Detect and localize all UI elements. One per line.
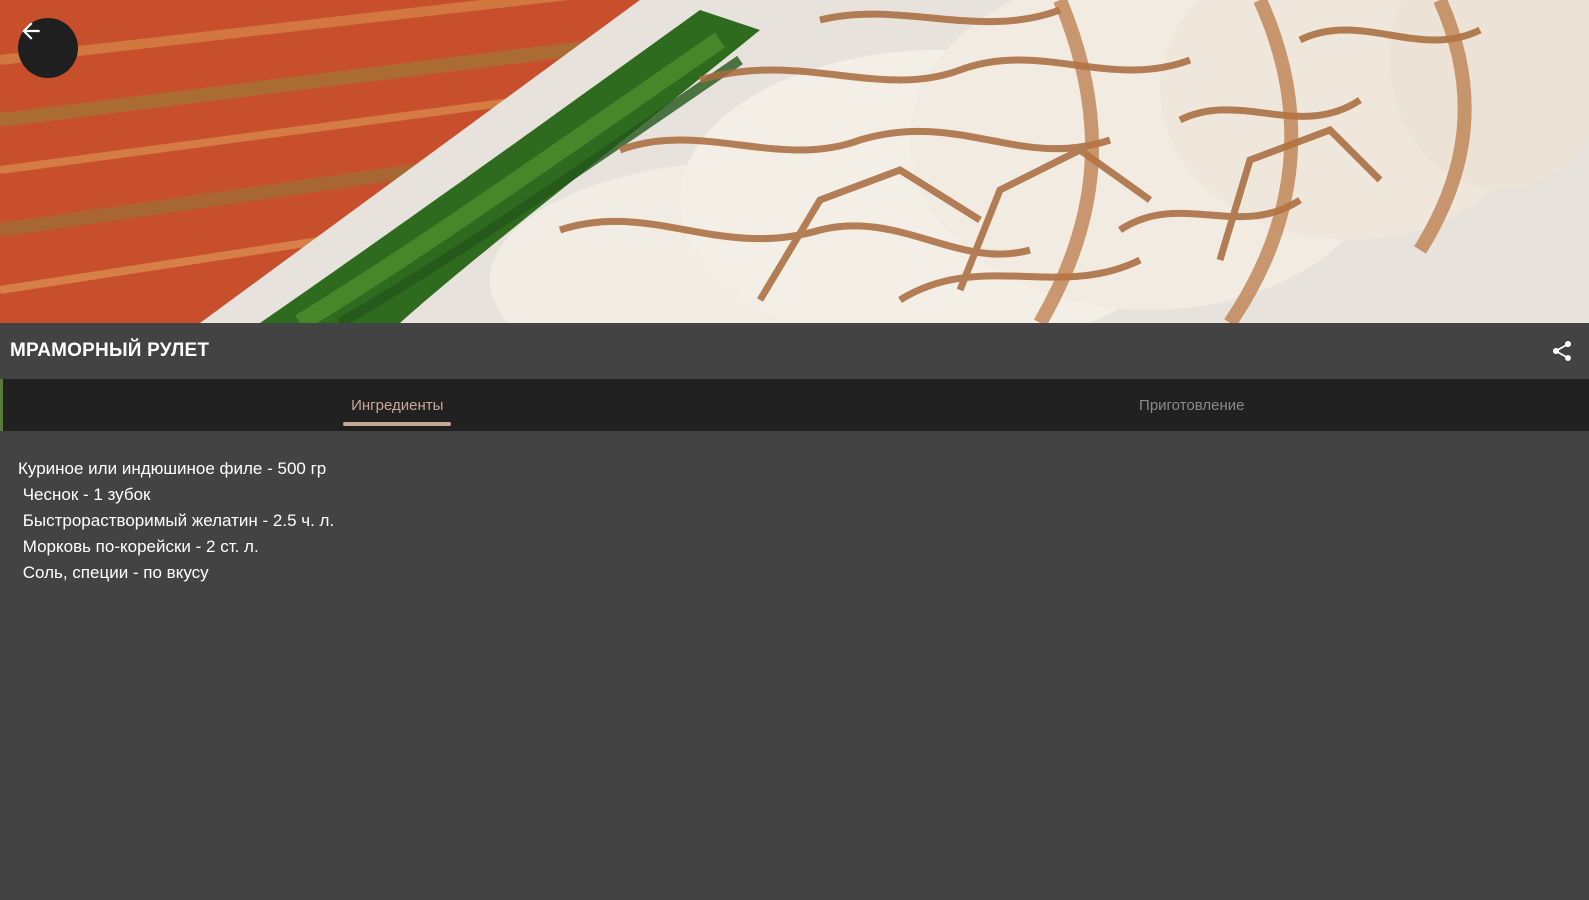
recipe-title-bar: МРАМОРНЫЙ РУЛЕТ [0,323,1589,379]
share-icon [1553,341,1571,361]
edge-accent [0,379,3,431]
list-item: Куриное или индюшиное филе - 500 гр [18,459,327,478]
list-item: Соль, специи - по вкусу [18,563,209,582]
active-tab-indicator [343,422,452,426]
recipe-tabs: Ингредиенты Приготовление [0,379,1589,431]
list-item: Чеснок - 1 зубок [18,485,151,504]
list-item: Быстрорастворимый желатин - 2.5 ч. л. [18,511,335,530]
recipe-screen: МРАМОРНЫЙ РУЛЕТ Ингредиенты Приготовлени… [0,0,1589,900]
ingredients-panel: Куриное или индюшиное филе - 500 гр Чесн… [0,431,1589,900]
share-button[interactable] [1549,338,1575,364]
recipe-hero-image [0,0,1589,323]
back-button[interactable] [18,18,78,78]
page-title: МРАМОРНЫЙ РУЛЕТ [10,340,210,361]
tab-preparation-label: Приготовление [1139,396,1245,414]
tab-ingredients-label: Ингредиенты [351,396,444,414]
tab-ingredients[interactable]: Ингредиенты [0,379,795,431]
arrow-left-icon [22,22,40,40]
tab-preparation[interactable]: Приготовление [795,379,1589,431]
ingredients-list: Куриное или индюшиное филе - 500 гр Чесн… [18,456,1571,586]
food-photo [0,0,1589,323]
list-item: Морковь по-корейски - 2 ст. л. [18,537,259,556]
